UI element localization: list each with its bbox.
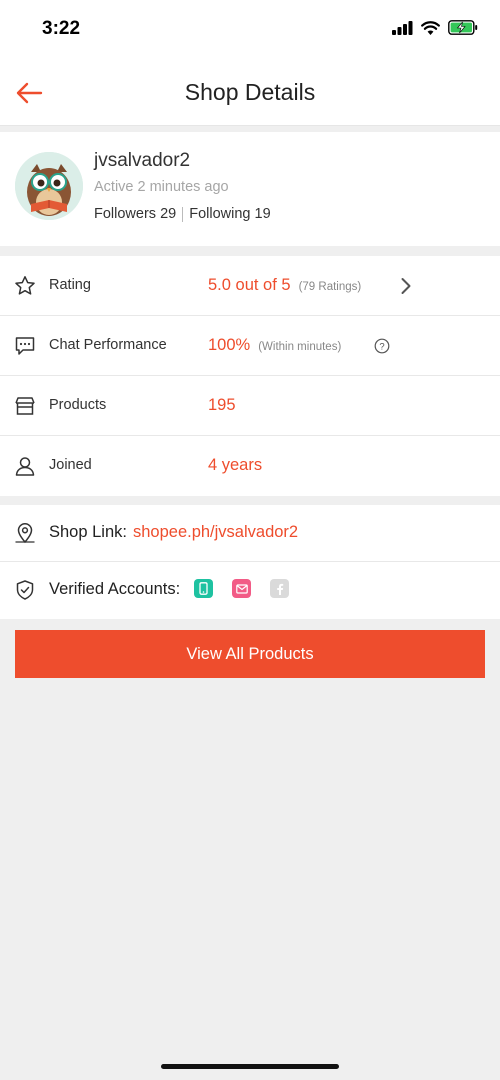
verified-accounts-row: Verified Accounts: <box>0 562 500 619</box>
chat-performance-value: 100% <box>208 336 251 354</box>
store-icon <box>15 397 35 415</box>
followers-label: Followers <box>94 206 157 222</box>
home-indicator[interactable] <box>161 1064 339 1069</box>
stat-row-rating[interactable]: Rating 5.0 out of 5 (79 Ratings) <box>0 256 500 316</box>
shop-link-label: Shop Link: shopee.ph/jvsalvador2 <box>49 523 298 542</box>
follow-divider <box>182 206 184 222</box>
chevron-right-icon <box>401 278 411 294</box>
owl-avatar-icon <box>15 152 83 220</box>
user-icon <box>15 457 35 476</box>
following-count: 19 <box>254 206 271 222</box>
stat-label: Products <box>49 397 107 413</box>
email-verified-icon <box>232 579 251 598</box>
products-count: 195 <box>208 396 236 414</box>
follow-stats: Followers 29 Following 19 <box>94 206 271 222</box>
active-status: Active 2 minutes ago <box>94 179 229 195</box>
stat-label: Rating <box>49 277 91 293</box>
svg-text:?: ? <box>379 341 384 352</box>
stat-value: 100% (Within minutes) <box>208 336 341 355</box>
stat-row-joined: Joined 4 years <box>0 436 500 496</box>
status-icons <box>392 20 478 35</box>
stat-label: Joined <box>49 457 92 473</box>
chat-icon <box>15 337 35 355</box>
shop-links: Shop Link: shopee.ph/jvsalvador2 Verified… <box>0 505 500 619</box>
wifi-icon <box>421 20 440 35</box>
location-pin-icon <box>15 522 35 544</box>
page-title: Shop Details <box>184 79 316 105</box>
phone-verified-icon <box>194 579 213 598</box>
verified-accounts-label: Verified Accounts: <box>49 580 181 598</box>
status-time: 3:22 <box>42 18 81 39</box>
rating-value: 5.0 out of 5 <box>208 276 291 294</box>
shop-link-title: Shop Link: <box>49 523 127 541</box>
view-all-products-button[interactable]: View All Products <box>15 630 485 678</box>
shield-check-icon <box>16 580 34 600</box>
rating-count-note: (79 Ratings) <box>298 281 362 293</box>
nav-bar: Shop Details <box>0 60 500 126</box>
avatar[interactable] <box>15 152 83 220</box>
shop-profile: jvsalvador2 Active 2 minutes ago Followe… <box>0 132 500 246</box>
shop-name: jvsalvador2 <box>94 150 191 171</box>
verified-badges <box>194 579 289 598</box>
chat-performance-note: (Within minutes) <box>258 341 342 353</box>
stat-label: Chat Performance <box>49 337 167 353</box>
signal-icon <box>392 20 413 35</box>
shop-link-row: Shop Link: shopee.ph/jvsalvador2 <box>0 505 500 562</box>
facebook-unverified-icon <box>270 579 289 598</box>
shop-link-url[interactable]: shopee.ph/jvsalvador2 <box>133 523 298 541</box>
help-icon[interactable]: ? <box>374 338 390 354</box>
battery-charging-icon <box>448 20 478 35</box>
shop-stats: Rating 5.0 out of 5 (79 Ratings) Chat Per… <box>0 256 500 496</box>
followers-count: 29 <box>160 206 177 222</box>
following-label: Following <box>189 206 251 222</box>
following-link[interactable]: Following 19 <box>189 206 270 222</box>
followers-link[interactable]: Followers 29 <box>94 206 176 222</box>
status-bar: 3:22 <box>0 0 500 60</box>
joined-value: 4 years <box>208 456 263 474</box>
stat-row-chat-performance: Chat Performance 100% (Within minutes) ? <box>0 316 500 376</box>
stat-value: 5.0 out of 5 (79 Ratings) <box>208 276 361 295</box>
star-icon <box>15 276 35 295</box>
stat-row-products: Products 195 <box>0 376 500 436</box>
